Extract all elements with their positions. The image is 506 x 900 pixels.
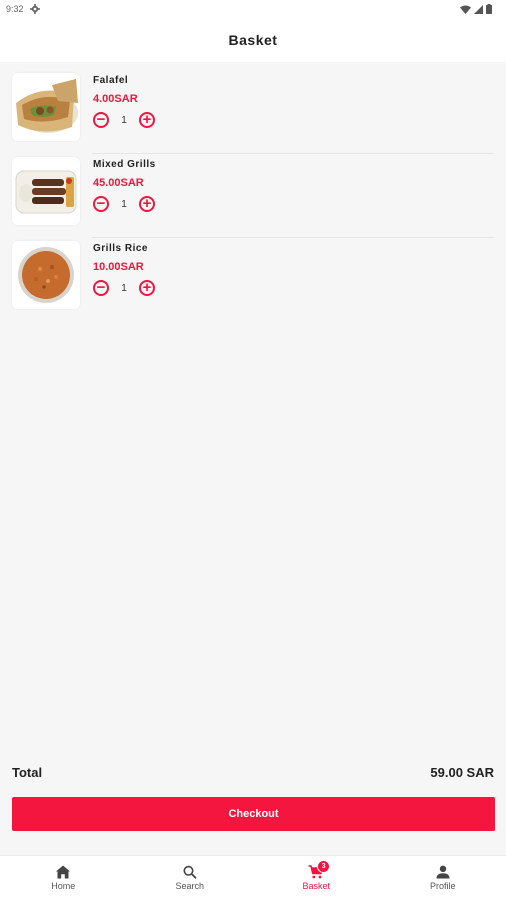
basket-item: Mixed Grills 45.00SAR − 1 + [0,154,506,238]
nav-item-home[interactable]: Home [0,856,127,900]
quantity-stepper: − 1 + [93,278,155,298]
quantity-stepper: − 1 + [93,110,155,130]
basket-item-list: Falafel 4.00SAR − 1 + Mixed Grills 45.00… [0,70,506,322]
wifi-icon [460,5,471,14]
cart-icon-wrap: 3 [308,860,331,879]
falafel-wrap-image[interactable] [12,73,80,141]
increase-quantity-button[interactable]: + [139,112,155,128]
decrease-quantity-button[interactable]: − [93,196,109,212]
mixed-grills-image[interactable] [12,157,80,225]
quantity-value: 1 [121,198,127,210]
item-name: Falafel [93,75,129,86]
signal-icon [474,4,483,14]
total-label: Total [12,764,43,780]
minus-icon: − [96,195,106,212]
status-left: 9:32 [6,4,40,14]
total-row: Total 59.00 SAR [12,763,494,781]
minus-icon: − [96,279,106,296]
nav-label: Search [175,881,205,891]
nav-item-profile[interactable]: Profile [380,856,506,900]
minus-icon: − [96,111,106,128]
plus-icon: + [142,195,152,212]
status-right [460,4,492,14]
item-name: Mixed Grills [93,159,156,170]
total-value: 59.00 SAR [430,764,494,780]
quantity-value: 1 [121,114,127,126]
basket-item: Falafel 4.00SAR − 1 + [0,70,506,154]
quantity-value: 1 [121,282,127,294]
nav-item-basket[interactable]: 3 Basket [253,856,380,900]
settings-icon [29,4,40,14]
item-price: 10.00SAR [93,261,144,273]
checkout-button[interactable]: Checkout [12,797,495,831]
app-header: Basket [0,18,506,62]
rice-bowl-image[interactable] [12,241,80,309]
cart-count-badge: 3 [317,860,331,873]
nav-label: Basket [302,881,330,891]
nav-label: Home [51,881,76,891]
plus-icon: + [142,279,152,296]
item-price: 45.00SAR [93,177,144,189]
status-time: 9:32 [6,4,24,14]
battery-icon [486,4,492,14]
increase-quantity-button[interactable]: + [139,196,155,212]
nav-label: Profile [429,881,456,891]
quantity-stepper: − 1 + [93,194,155,214]
item-name: Grills Rice [93,243,148,254]
item-price: 4.00SAR [93,93,138,105]
page-title: Basket [228,32,278,48]
bottom-nav: Home Search 3 Basket Profile [0,855,506,900]
home-icon [56,865,71,879]
decrease-quantity-button[interactable]: − [93,112,109,128]
search-icon [183,865,197,879]
status-bar: 9:32 [0,0,506,18]
basket-item: Grills Rice 10.00SAR − 1 + [0,238,506,322]
person-icon [436,865,450,879]
decrease-quantity-button[interactable]: − [93,280,109,296]
nav-item-search[interactable]: Search [127,856,254,900]
plus-icon: + [142,111,152,128]
increase-quantity-button[interactable]: + [139,280,155,296]
